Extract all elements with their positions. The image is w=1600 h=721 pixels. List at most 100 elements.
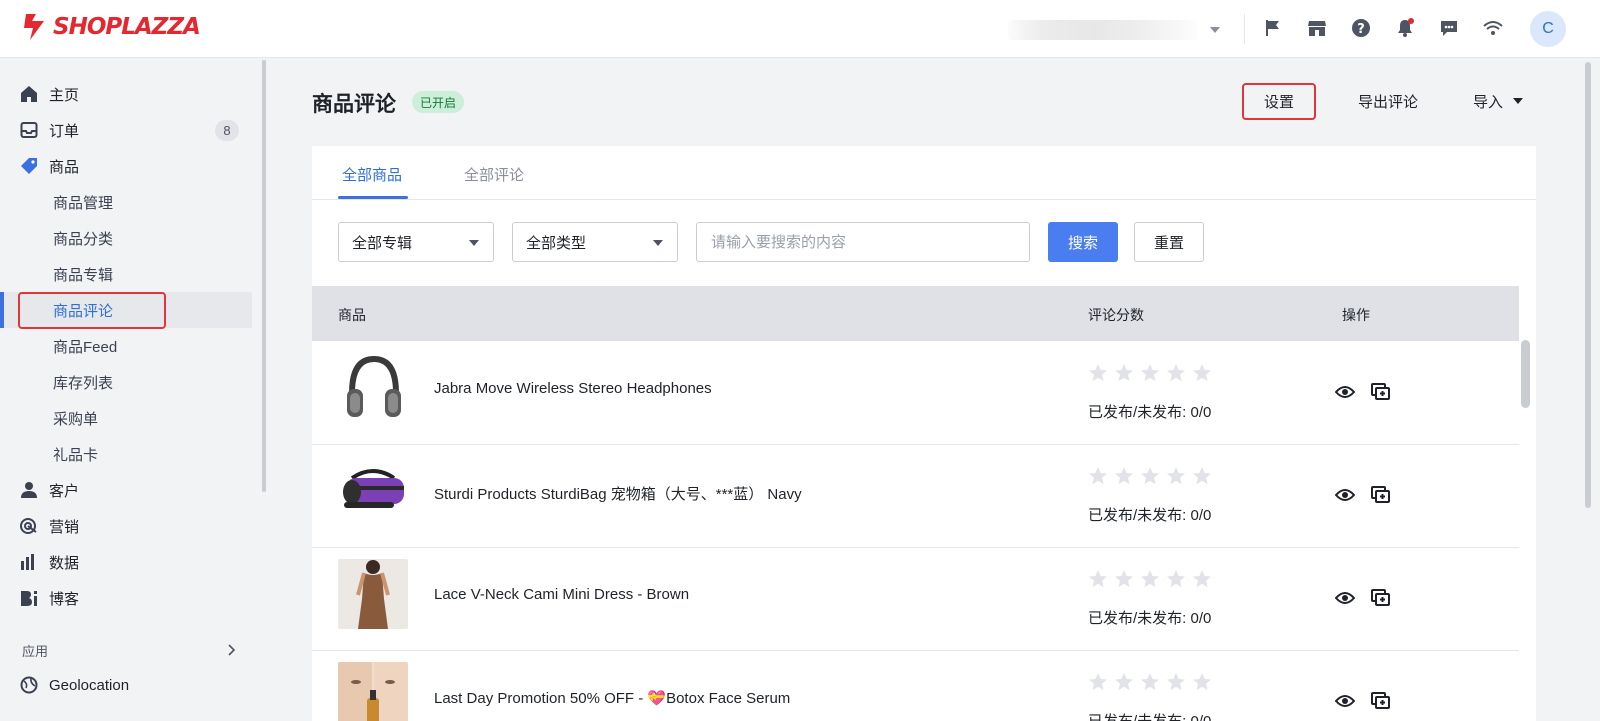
wifi-icon[interactable]: [1482, 17, 1504, 39]
table-row[interactable]: Last Day Promotion 50% OFF - 💝Botox Face…: [312, 650, 1519, 721]
reset-button[interactable]: 重置: [1134, 222, 1204, 262]
add-review-icon[interactable]: [1370, 381, 1392, 403]
flag-icon[interactable]: [1262, 17, 1284, 39]
type-filter-value: 全部类型: [526, 234, 587, 252]
search-input[interactable]: [696, 222, 1030, 262]
star-icon: [1115, 570, 1133, 588]
shoplazza-logo[interactable]: SHOPLAZZA: [22, 12, 201, 42]
sidebar-subitem-product-categories[interactable]: 商品分类: [0, 220, 252, 256]
highlight-box-reviews: [18, 292, 166, 329]
rating-stars: [1088, 569, 1218, 589]
export-reviews-button[interactable]: 导出评论: [1346, 84, 1430, 118]
product-name[interactable]: Jabra Move Wireless Stereo Headphones: [434, 380, 712, 397]
product-name[interactable]: Sturdi Products SturdiBag 宠物箱（大号、***蓝） N…: [434, 483, 802, 504]
eye-icon[interactable]: [1334, 381, 1356, 403]
blog-icon: [18, 587, 40, 609]
store-icon[interactable]: [1306, 17, 1328, 39]
sidebar-item-customers[interactable]: 客户: [0, 472, 252, 508]
star-icon: [1089, 364, 1107, 382]
product-thumbnail-pet-bag[interactable]: [338, 456, 408, 526]
rating-stars: [1088, 466, 1218, 486]
chevron-right-icon[interactable]: [228, 643, 236, 661]
sidebar-item-home[interactable]: 主页: [0, 76, 252, 112]
eye-icon[interactable]: [1334, 690, 1356, 712]
store-name-blurred: [1008, 20, 1198, 40]
product-thumbnail-headphones[interactable]: [338, 353, 408, 423]
sidebar-item-blog[interactable]: 博客: [0, 580, 252, 616]
sidebar-subitem-product-feed[interactable]: 商品Feed: [0, 328, 252, 364]
sidebar-item-analytics[interactable]: 数据: [0, 544, 252, 580]
help-icon[interactable]: ?: [1350, 17, 1372, 39]
add-review-icon[interactable]: [1370, 484, 1392, 506]
apps-section-label: 应用: [22, 644, 49, 659]
sidebar-item-label: 主页: [49, 86, 80, 104]
target-icon: [18, 515, 40, 537]
star-icon: [1193, 673, 1211, 691]
topbar-divider: [1244, 14, 1245, 44]
table-scrollbar[interactable]: [1521, 340, 1530, 408]
table-row[interactable]: Jabra Move Wireless Stereo Headphones 已发…: [312, 341, 1519, 445]
sidebar-item-geolocation[interactable]: Geolocation: [0, 667, 252, 703]
sidebar-scrollbar[interactable]: [262, 60, 266, 492]
eye-icon[interactable]: [1334, 587, 1356, 609]
sidebar-item-marketing[interactable]: 营销: [0, 508, 252, 544]
star-icon: [1167, 673, 1185, 691]
product-name[interactable]: Lace V-Neck Cami Mini Dress - Brown: [434, 586, 689, 603]
type-filter-select[interactable]: 全部类型: [512, 222, 678, 262]
sidebar-subitem-inventory[interactable]: 库存列表: [0, 364, 252, 400]
chevron-down-icon: [1513, 98, 1523, 104]
product-name[interactable]: Last Day Promotion 50% OFF - 💝Botox Face…: [434, 689, 790, 707]
import-label: 导入: [1472, 93, 1503, 111]
bar-chart-icon: [18, 551, 40, 573]
table-row[interactable]: Sturdi Products SturdiBag 宠物箱（大号、***蓝） N…: [312, 444, 1519, 548]
reviews-card: 全部商品 全部评论 全部专辑 全部类型 搜索 重置 商品 评论分数 操作: [312, 146, 1536, 721]
person-icon: [18, 479, 40, 501]
column-header-actions: 操作: [1342, 307, 1370, 323]
active-tab-underline: [338, 196, 408, 199]
store-switcher[interactable]: [1008, 18, 1228, 42]
sidebar-item-label: 博客: [49, 590, 80, 608]
sidebar-item-label: 商品: [49, 158, 80, 176]
import-dropdown[interactable]: 导入: [1462, 84, 1534, 118]
published-count: 已发布/未发布: 0/0: [1088, 404, 1212, 421]
tag-icon: [18, 155, 40, 177]
star-icon: [1193, 467, 1211, 485]
eye-icon[interactable]: [1334, 484, 1356, 506]
search-button[interactable]: 搜索: [1048, 222, 1118, 262]
star-icon: [1141, 467, 1159, 485]
album-filter-value: 全部专辑: [352, 234, 413, 252]
sidebar-item-label: 数据: [49, 554, 80, 572]
page-scrollbar[interactable]: [1585, 62, 1591, 508]
sidebar-subitem-gift-cards[interactable]: 礼品卡: [0, 436, 252, 472]
product-thumbnail-serum[interactable]: [338, 662, 408, 721]
tab-bar: 全部商品 全部评论: [312, 146, 1536, 200]
chat-icon[interactable]: [1438, 17, 1460, 39]
sidebar-item-products[interactable]: 商品: [0, 148, 252, 184]
highlight-box-settings: [1242, 83, 1316, 120]
star-icon: [1167, 467, 1185, 485]
tab-all-reviews[interactable]: 全部评论: [464, 164, 524, 185]
sidebar-subitem-product-management[interactable]: 商品管理: [0, 184, 252, 220]
add-review-icon[interactable]: [1370, 690, 1392, 712]
star-icon: [1089, 570, 1107, 588]
star-icon: [1115, 673, 1133, 691]
chevron-down-icon: [1210, 27, 1220, 33]
sidebar-item-label: 客户: [49, 482, 80, 500]
svg-text:?: ?: [1357, 22, 1365, 37]
user-avatar[interactable]: C: [1530, 11, 1566, 47]
album-filter-select[interactable]: 全部专辑: [338, 222, 494, 262]
sidebar-item-orders[interactable]: 订单 8: [0, 112, 252, 148]
table-row[interactable]: Lace V-Neck Cami Mini Dress - Brown 已发布/…: [312, 547, 1519, 651]
column-header-rating: 评论分数: [1088, 307, 1144, 323]
star-icon: [1089, 467, 1107, 485]
star-icon: [1141, 364, 1159, 382]
add-review-icon[interactable]: [1370, 587, 1392, 609]
brand-name: SHOPLAZZA: [53, 14, 201, 40]
sidebar-item-label: 订单: [49, 122, 80, 140]
sidebar-subitem-purchase-orders[interactable]: 采购单: [0, 400, 252, 436]
bell-icon[interactable]: [1394, 17, 1416, 39]
star-icon: [1141, 673, 1159, 691]
sidebar-subitem-product-collections[interactable]: 商品专辑: [0, 256, 252, 292]
product-thumbnail-dress[interactable]: [338, 559, 408, 629]
tab-all-products[interactable]: 全部商品: [342, 164, 402, 185]
